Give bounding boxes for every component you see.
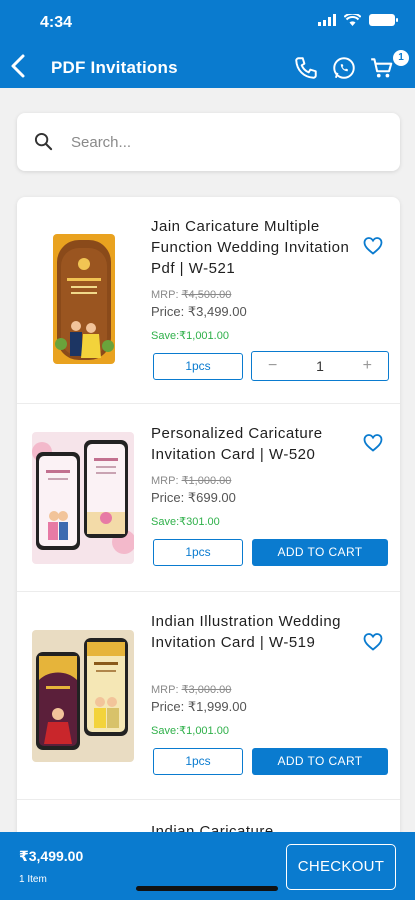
product-mrp: MRP: ₹1,000.00 — [151, 474, 231, 487]
product-list: Jain Caricature Multiple Function Weddin… — [17, 197, 400, 857]
wishlist-heart-icon[interactable] — [363, 433, 383, 452]
unit-selector[interactable]: 1pcs — [153, 539, 243, 566]
product-name[interactable]: Indian Illustration Wedding Invitation C… — [151, 611, 351, 653]
save-value: ₹1,001.00 — [179, 725, 229, 737]
unit-selector[interactable]: 1pcs — [153, 748, 243, 775]
product-card[interactable]: Jain Caricature Multiple Function Weddin… — [17, 197, 400, 403]
save-value: ₹1,001.00 — [179, 330, 229, 342]
product-price: Price: ₹3,499.00 — [151, 304, 247, 320]
product-thumbnail[interactable] — [32, 432, 134, 564]
price-value: ₹1,999.00 — [187, 699, 247, 714]
wifi-icon — [344, 14, 361, 26]
page-title: PDF Invitations — [51, 58, 178, 77]
product-mrp: MRP: ₹4,500.00 — [151, 288, 231, 301]
price-label: Price: — [151, 304, 185, 319]
price-value: ₹699.00 — [187, 490, 236, 505]
product-price: Price: ₹1,999.00 — [151, 699, 247, 715]
product-thumbnail[interactable] — [53, 234, 115, 364]
search-icon — [34, 132, 53, 151]
price-value: ₹3,499.00 — [187, 304, 247, 319]
phone-icon[interactable] — [293, 55, 319, 81]
product-price: Price: ₹699.00 — [151, 490, 236, 506]
product-mrp: MRP: ₹3,000.00 — [151, 683, 231, 696]
home-indicator — [136, 886, 278, 891]
product-thumbnail[interactable] — [32, 630, 134, 762]
back-icon[interactable] — [8, 52, 28, 80]
save-value: ₹301.00 — [179, 516, 220, 528]
add-to-cart-button[interactable]: ADD TO CART — [252, 539, 388, 566]
product-name[interactable]: Jain Caricature Multiple Function Weddin… — [151, 216, 351, 279]
quantity-stepper[interactable]: − 1 + — [251, 351, 389, 381]
cart-total: ₹3,499.00 — [19, 848, 84, 864]
checkout-button[interactable]: CHECKOUT — [286, 844, 396, 890]
product-card[interactable]: Indian Illustration Wedding Invitation C… — [17, 591, 400, 799]
mrp-value: ₹3,000.00 — [181, 684, 232, 696]
mrp-label: MRP: — [151, 684, 179, 696]
status-icons — [318, 14, 398, 26]
decrement-button[interactable]: − — [268, 357, 277, 375]
cart-icon[interactable] — [369, 55, 395, 81]
product-savings: Save:₹301.00 — [151, 515, 220, 528]
add-to-cart-button[interactable]: ADD TO CART — [252, 748, 388, 775]
save-label: Save: — [151, 725, 180, 737]
search-bar[interactable] — [17, 113, 400, 171]
wishlist-heart-icon[interactable] — [363, 632, 383, 651]
product-card[interactable]: Personalized Caricature Invitation Card … — [17, 403, 400, 591]
wishlist-heart-icon[interactable] — [363, 236, 383, 255]
signal-icon — [318, 14, 336, 26]
price-label: Price: — [151, 699, 185, 714]
cart-count-badge: 1 — [393, 50, 409, 66]
mrp-value: ₹4,500.00 — [181, 289, 232, 301]
quantity-value: 1 — [316, 358, 324, 374]
price-label: Price: — [151, 490, 185, 505]
mrp-label: MRP: — [151, 289, 179, 301]
unit-selector[interactable]: 1pcs — [153, 353, 243, 380]
save-label: Save: — [151, 330, 180, 342]
product-savings: Save:₹1,001.00 — [151, 724, 229, 737]
app-header: 4:34 PDF Invitations 1 — [0, 0, 415, 88]
product-savings: Save:₹1,001.00 — [151, 329, 229, 342]
mrp-value: ₹1,000.00 — [181, 475, 232, 487]
increment-button[interactable]: + — [363, 357, 372, 375]
search-input[interactable] — [71, 127, 381, 157]
product-name[interactable]: Personalized Caricature Invitation Card … — [151, 423, 351, 465]
mrp-label: MRP: — [151, 475, 179, 487]
status-time: 4:34 — [40, 14, 73, 31]
save-label: Save: — [151, 516, 180, 528]
whatsapp-icon[interactable] — [331, 55, 357, 81]
battery-icon — [369, 14, 398, 26]
cart-item-count: 1 Item — [19, 874, 47, 885]
